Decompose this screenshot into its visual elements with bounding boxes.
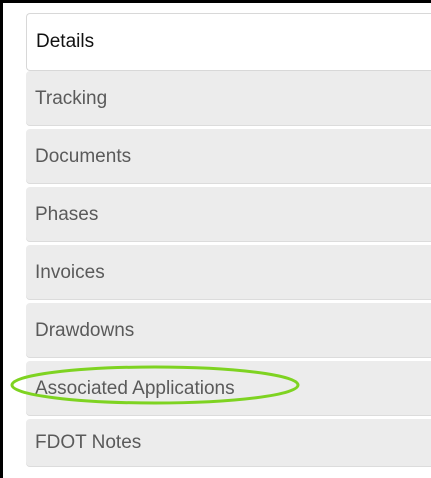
tab-associated-applications-label: Associated Applications [35, 377, 235, 399]
tab-associated-applications[interactable]: Associated Applications [26, 361, 431, 416]
tab-invoices[interactable]: Invoices [26, 245, 431, 300]
tab-fdot-notes[interactable]: FDOT Notes [26, 419, 431, 467]
tab-details[interactable]: Details [26, 13, 431, 71]
tab-documents-label: Documents [35, 145, 132, 167]
tab-details-label: Details [36, 31, 95, 52]
frame-left-border [0, 0, 3, 478]
tab-panel-frame: Details Tracking Documents Phases Invoic… [0, 0, 431, 478]
tab-tracking-label: Tracking [35, 87, 108, 109]
tab-fdot-notes-label: FDOT Notes [35, 432, 142, 453]
frame-top-border [0, 0, 431, 3]
tab-documents[interactable]: Documents [26, 129, 431, 184]
tab-tracking[interactable]: Tracking [26, 71, 431, 126]
tab-phases-label: Phases [35, 203, 99, 225]
vertical-tab-list: Details Tracking Documents Phases Invoic… [26, 13, 431, 470]
tab-invoices-label: Invoices [35, 261, 105, 283]
tab-drawdowns-label: Drawdowns [35, 319, 135, 341]
tab-drawdowns[interactable]: Drawdowns [26, 303, 431, 358]
tab-phases[interactable]: Phases [26, 187, 431, 242]
